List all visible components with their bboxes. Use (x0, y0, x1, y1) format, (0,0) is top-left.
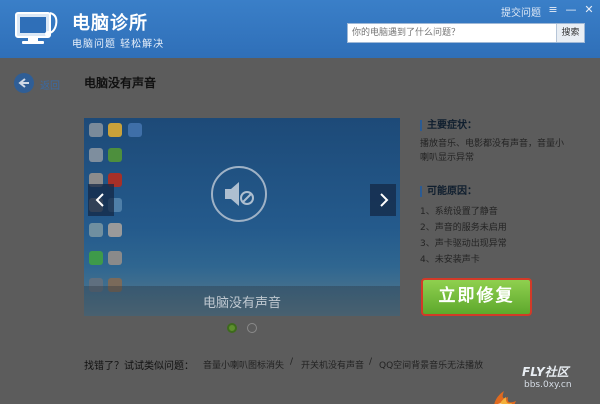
cause-item: 4、未安装声卡 (420, 255, 480, 265)
desktop-icon (108, 148, 122, 162)
preview-caption: 电脑没有声音 (202, 296, 281, 311)
cause-item: 2、声音的服务未启用 (420, 223, 507, 233)
page-title: 电脑没有声音 (84, 76, 157, 90)
related-link[interactable]: QQ空间背景音乐无法播放 (379, 358, 483, 371)
cause-heading: 可能原因： (420, 186, 477, 197)
fix-now-button[interactable]: 立即修复 (421, 278, 532, 316)
app-title: 电脑诊所 (72, 13, 148, 34)
symptom-line: 播放音乐、电影都没有声音，音量小 (420, 139, 565, 149)
separator: / (369, 357, 373, 367)
main-content: 返回 电脑没有声音 电脑没有声音 主要症状： 播放音乐、电影都没有声音，音量小 … (0, 58, 600, 404)
desktop-icon (108, 251, 122, 265)
watermark-brand: FLY社区 (522, 365, 569, 379)
feedback-link[interactable]: 提交问题 (501, 4, 541, 19)
search-input[interactable] (352, 26, 552, 40)
related-prompt: 找错了？试试类似问题： (84, 361, 194, 372)
speaker-mute-icon (211, 166, 267, 222)
search-button[interactable]: 搜索 (556, 24, 584, 42)
related-link[interactable]: 开关机没有声音 (301, 358, 364, 371)
title-bar: 电脑诊所 电脑问题 轻松解决 提交问题 ≡ — ✕ 搜索 (0, 0, 600, 58)
minimize-icon[interactable]: — (563, 2, 579, 18)
menu-icon[interactable]: ≡ (545, 2, 561, 18)
desktop-icon (89, 223, 103, 237)
carousel-dot-active[interactable] (227, 323, 237, 333)
app-logo-icon (14, 9, 60, 49)
desktop-icon (89, 148, 103, 162)
symptom-line: 喇叭显示异常 (420, 153, 475, 163)
desktop-icon (89, 251, 103, 265)
carousel-prev-button[interactable] (88, 184, 114, 216)
desktop-icon (108, 123, 122, 137)
back-arrow-icon[interactable] (14, 73, 34, 93)
cause-item: 1、系统设置了静音 (420, 207, 498, 217)
desktop-icon (108, 223, 122, 237)
symptom-heading: 主要症状： (420, 120, 477, 131)
close-icon[interactable]: ✕ (581, 2, 597, 18)
desktop-icon (89, 123, 103, 137)
chevron-left-icon (95, 193, 104, 207)
chevron-right-icon (380, 193, 389, 207)
carousel-next-button[interactable] (370, 184, 396, 216)
back-link[interactable]: 返回 (40, 77, 60, 92)
search-box: 搜索 (347, 23, 585, 43)
desktop-icon (128, 123, 142, 137)
preview-carousel: 电脑没有声音 (84, 118, 400, 316)
watermark-logo-icon (490, 383, 520, 404)
app-slogan: 电脑问题 轻松解决 (72, 39, 165, 50)
separator: / (290, 357, 294, 367)
related-link[interactable]: 音量小喇叭图标消失 (203, 358, 284, 371)
carousel-dot[interactable] (247, 323, 257, 333)
cause-item: 3、声卡驱动出现异常 (420, 239, 507, 249)
watermark-url: bbs.0xy.cn (524, 380, 572, 390)
